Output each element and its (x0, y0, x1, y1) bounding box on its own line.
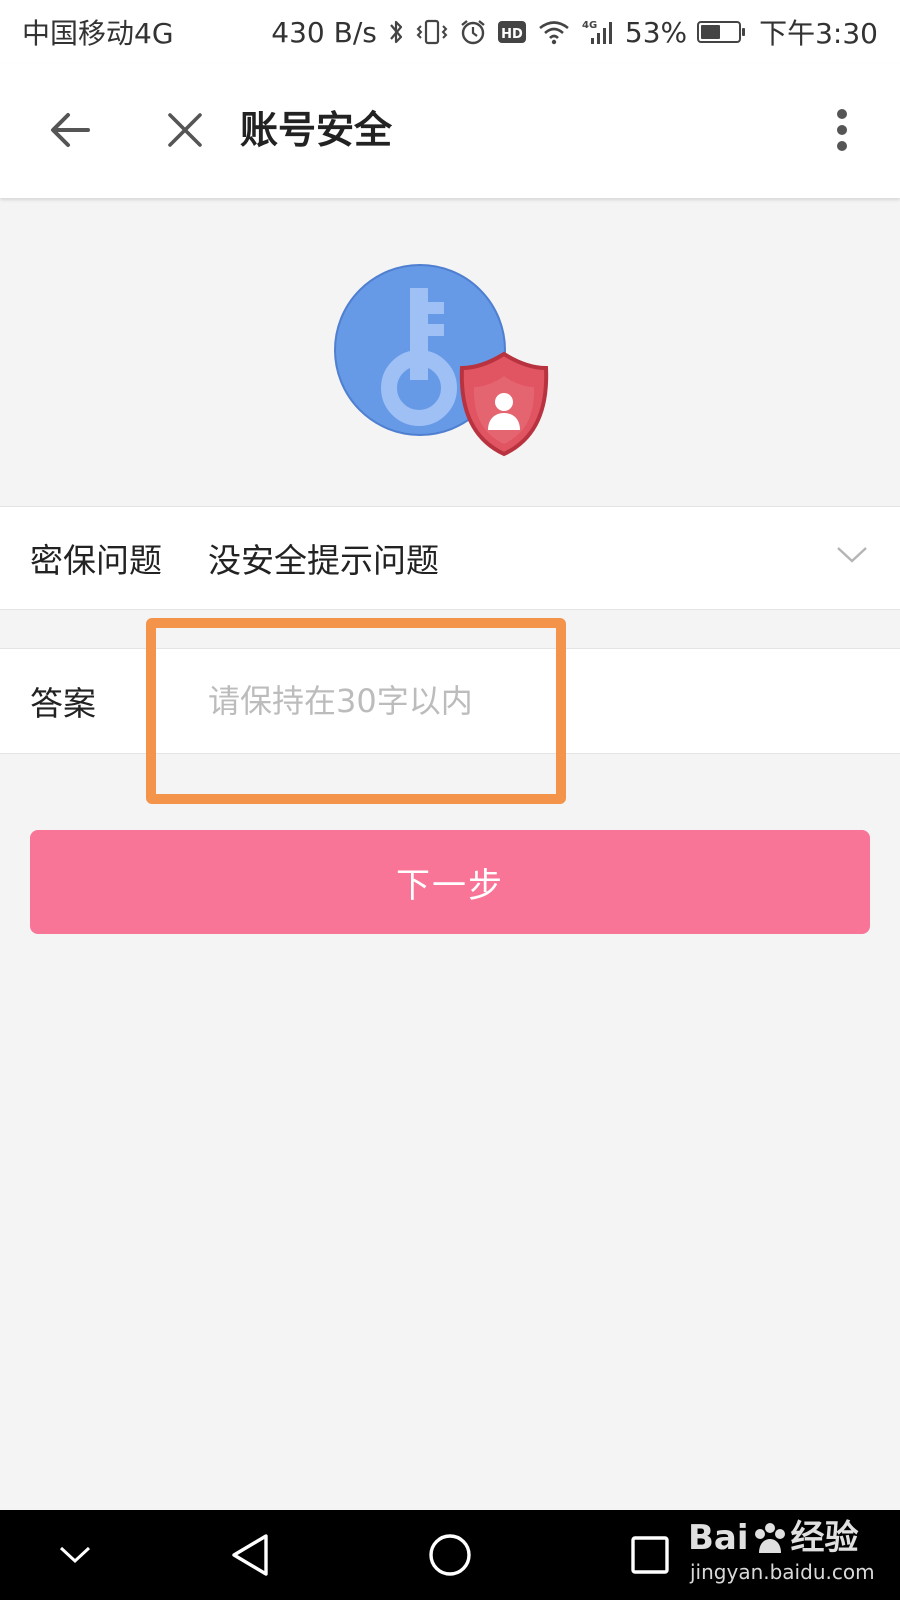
more-button[interactable] (812, 100, 872, 160)
wifi-icon (537, 17, 571, 47)
hd-icon: HD (497, 17, 527, 47)
app-bar: 账号安全 (0, 64, 900, 198)
next-button[interactable]: 下一步 (30, 830, 870, 934)
key-shield-icon (334, 264, 549, 457)
bluetooth-icon (387, 17, 405, 47)
watermark-logo: Bai 经验 (688, 1518, 859, 1558)
svg-text:HD: HD (501, 27, 523, 42)
nav-back-button[interactable] (220, 1525, 280, 1585)
close-icon (168, 113, 202, 147)
signal-icon: 4G (581, 17, 615, 47)
close-button[interactable] (155, 100, 215, 160)
answer-label: 答案 (30, 684, 96, 723)
battery-level (701, 25, 721, 39)
nav-home-button[interactable] (420, 1525, 480, 1585)
chevron-down-icon (837, 547, 867, 563)
back-arrow-icon (51, 113, 90, 147)
back-button[interactable] (40, 100, 100, 160)
page-title: 账号安全 (240, 108, 393, 152)
battery-percent: 53% (624, 15, 688, 49)
triangle-back-icon (232, 1534, 268, 1576)
more-vertical-icon (837, 109, 847, 151)
security-question-row[interactable]: 密保问题 没安全提示问题 (0, 506, 900, 610)
clock: 下午3:30 (759, 17, 878, 50)
hero-section (0, 198, 900, 506)
status-bar: 中国移动4G 430 B/s HD 4G 53% 下午3:30 (0, 0, 900, 64)
hide-nav-button[interactable] (45, 1525, 105, 1585)
baidu-paw-icon (754, 1522, 785, 1553)
battery-icon (697, 21, 746, 43)
circle-home-icon (429, 1534, 471, 1576)
baidu-jingyan-watermark: Bai 经验 jingyan.baidu.com (688, 1502, 888, 1594)
svg-text:4G: 4G (582, 20, 597, 31)
question-label: 密保问题 (30, 541, 162, 580)
net-speed: 430 B/s (271, 15, 377, 49)
vibrate-icon (415, 17, 449, 47)
status-icons: 430 B/s HD 4G 53% 下午3:30 (271, 12, 878, 52)
question-value: 没安全提示问题 (208, 541, 439, 580)
alarm-icon (459, 17, 487, 47)
answer-input[interactable] (208, 667, 848, 735)
answer-row: 答案 (0, 648, 900, 754)
square-recent-icon (631, 1536, 669, 1574)
chevron-down-icon (59, 1546, 91, 1564)
watermark-url: jingyan.baidu.com (690, 1560, 875, 1584)
nav-recent-button[interactable] (620, 1525, 680, 1585)
carrier-label: 中国移动4G (22, 17, 174, 50)
